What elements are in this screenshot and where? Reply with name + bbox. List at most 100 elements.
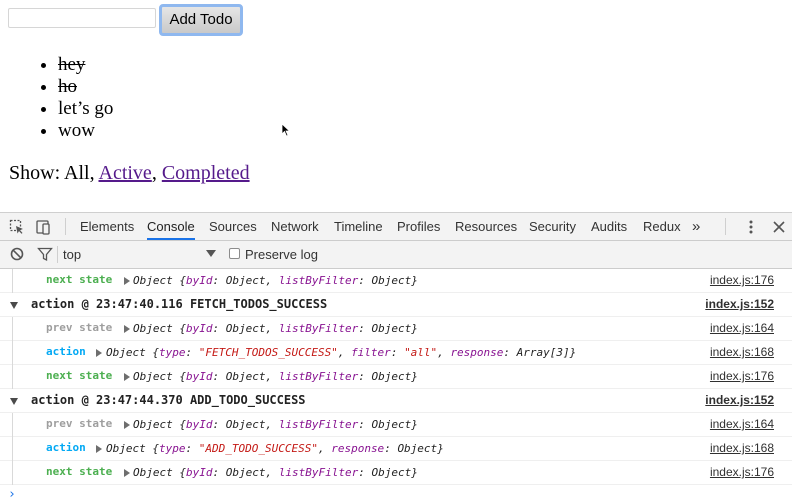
source-link[interactable]: index.js:164	[710, 321, 774, 335]
chevron-down-icon[interactable]	[206, 250, 216, 257]
todo-list: hey ho let’s go wow	[38, 54, 113, 142]
log-label: action	[46, 441, 86, 454]
toolbar-divider	[57, 246, 58, 263]
object-preview[interactable]: Object {type: "FETCH_TODOS_SUCCESS", fil…	[106, 346, 576, 359]
todo-item[interactable]: wow	[58, 120, 113, 142]
expand-triangle-icon[interactable]	[124, 373, 130, 381]
group-indent-guide	[12, 365, 13, 389]
object-value: Object	[225, 274, 266, 287]
object-preview[interactable]: Object {type: "ADD_TODO_SUCCESS", respon…	[106, 442, 444, 455]
preserve-log-checkbox[interactable]	[229, 248, 240, 259]
source-link[interactable]: index.js:176	[710, 465, 774, 479]
todo-item[interactable]: ho	[58, 76, 113, 98]
object-key: byId	[185, 466, 213, 479]
expand-triangle-icon[interactable]	[124, 325, 130, 333]
object-key: byId	[185, 370, 213, 383]
clear-console-icon[interactable]	[9, 246, 25, 262]
inspect-element-icon[interactable]	[9, 219, 25, 235]
add-todo-button[interactable]: Add Todo	[159, 4, 243, 36]
source-link[interactable]: index.js:176	[710, 273, 774, 287]
tab-timeline[interactable]: Timeline	[334, 213, 383, 240]
object-value: "all"	[404, 346, 438, 359]
console-row-prev-state: prev state Object {byId: Object, listByF…	[0, 317, 792, 341]
close-icon[interactable]	[771, 219, 787, 235]
console-row-next-state: next state Object {byId: Object, listByF…	[0, 461, 792, 485]
collapse-triangle-icon[interactable]	[10, 302, 18, 309]
expand-triangle-icon[interactable]	[124, 421, 130, 429]
tab-audits[interactable]: Audits	[591, 213, 627, 240]
expand-triangle-icon[interactable]	[96, 445, 102, 453]
object-value: Object	[371, 466, 412, 479]
source-link[interactable]: index.js:152	[705, 393, 774, 407]
object-value: Object	[371, 418, 412, 431]
object-value: Array[3]	[516, 346, 570, 359]
source-link[interactable]: index.js:176	[710, 369, 774, 383]
group-indent-guide	[12, 437, 13, 461]
tab-console[interactable]: Console	[147, 213, 195, 240]
expand-triangle-icon[interactable]	[124, 469, 130, 477]
object-value: Object	[397, 442, 438, 455]
filter-active-link[interactable]: Active	[99, 162, 152, 184]
object-value: "ADD_TODO_SUCCESS"	[198, 442, 318, 455]
object-key: listByFilter	[278, 274, 359, 287]
expand-triangle-icon[interactable]	[96, 349, 102, 357]
console-group-header[interactable]: action @ 23:47:40.116 FETCH_TODOS_SUCCES…	[0, 293, 792, 317]
object-key: listByFilter	[278, 466, 359, 479]
filter-prefix: Show:	[9, 162, 61, 184]
filter-separator: ,	[151, 162, 157, 184]
object-value: Object	[371, 370, 412, 383]
object-value: Object	[371, 274, 412, 287]
source-link[interactable]: index.js:152	[705, 297, 774, 311]
object-preview[interactable]: Object {byId: Object, listByFilter: Obje…	[133, 322, 418, 335]
tab-redux[interactable]: Redux	[643, 213, 681, 240]
device-toolbar-icon[interactable]	[35, 219, 51, 235]
tab-network[interactable]: Network	[271, 213, 319, 240]
object-value: Object	[225, 322, 266, 335]
tab-resources[interactable]: Resources	[455, 213, 517, 240]
context-select[interactable]: top	[63, 247, 81, 262]
log-label: prev state	[46, 321, 113, 334]
object-preview[interactable]: Object {byId: Object, listByFilter: Obje…	[133, 274, 418, 287]
filter-icon[interactable]	[37, 246, 53, 262]
console-row-action: action Object {type: "ADD_TODO_SUCCESS",…	[0, 437, 792, 461]
object-key: listByFilter	[278, 418, 359, 431]
object-preview[interactable]: Object {byId: Object, listByFilter: Obje…	[133, 466, 418, 479]
console-row-next-state: next state Object {byId: Object, listByF…	[0, 269, 792, 293]
todo-item[interactable]: hey	[58, 54, 113, 76]
object-value: Object	[371, 322, 412, 335]
filter-completed-link[interactable]: Completed	[162, 162, 250, 184]
toolbar-divider	[65, 218, 66, 235]
object-value: Object	[225, 418, 266, 431]
group-indent-guide	[12, 317, 13, 341]
console-row-action: action Object {type: "FETCH_TODOS_SUCCES…	[0, 341, 792, 365]
console-group-header[interactable]: action @ 23:47:44.370 ADD_TODO_SUCCESS i…	[0, 389, 792, 413]
tab-profiles[interactable]: Profiles	[397, 213, 440, 240]
devtools-panel: Elements Console Sources Network Timelin…	[0, 212, 792, 501]
expand-triangle-icon[interactable]	[124, 277, 130, 285]
group-indent-guide	[12, 413, 13, 437]
todo-input[interactable]	[8, 8, 156, 28]
object-preview[interactable]: Object {byId: Object, listByFilter: Obje…	[133, 370, 418, 383]
source-link[interactable]: index.js:164	[710, 417, 774, 431]
console-row-prev-state: prev state Object {byId: Object, listByF…	[0, 413, 792, 437]
object-key: listByFilter	[278, 322, 359, 335]
collapse-triangle-icon[interactable]	[10, 398, 18, 405]
kebab-menu-icon[interactable]	[743, 219, 759, 235]
tab-sources[interactable]: Sources	[209, 213, 257, 240]
filter-separator: ,	[89, 162, 95, 184]
filter-all: All	[64, 162, 90, 184]
object-key: byId	[185, 274, 213, 287]
devtools-tabbar: Elements Console Sources Network Timelin…	[0, 213, 792, 241]
log-label: next state	[46, 369, 113, 382]
preserve-log-label: Preserve log	[245, 247, 318, 262]
source-link[interactable]: index.js:168	[710, 345, 774, 359]
tab-elements[interactable]: Elements	[80, 213, 134, 240]
tab-security[interactable]: Security	[529, 213, 576, 240]
object-preview[interactable]: Object {byId: Object, listByFilter: Obje…	[133, 418, 418, 431]
todo-item[interactable]: let’s go	[58, 98, 113, 120]
console-prompt[interactable]: ›	[8, 487, 16, 501]
more-tabs-button[interactable]: »	[692, 213, 700, 240]
log-label: next state	[46, 465, 113, 478]
log-label: next state	[46, 273, 113, 286]
source-link[interactable]: index.js:168	[710, 441, 774, 455]
